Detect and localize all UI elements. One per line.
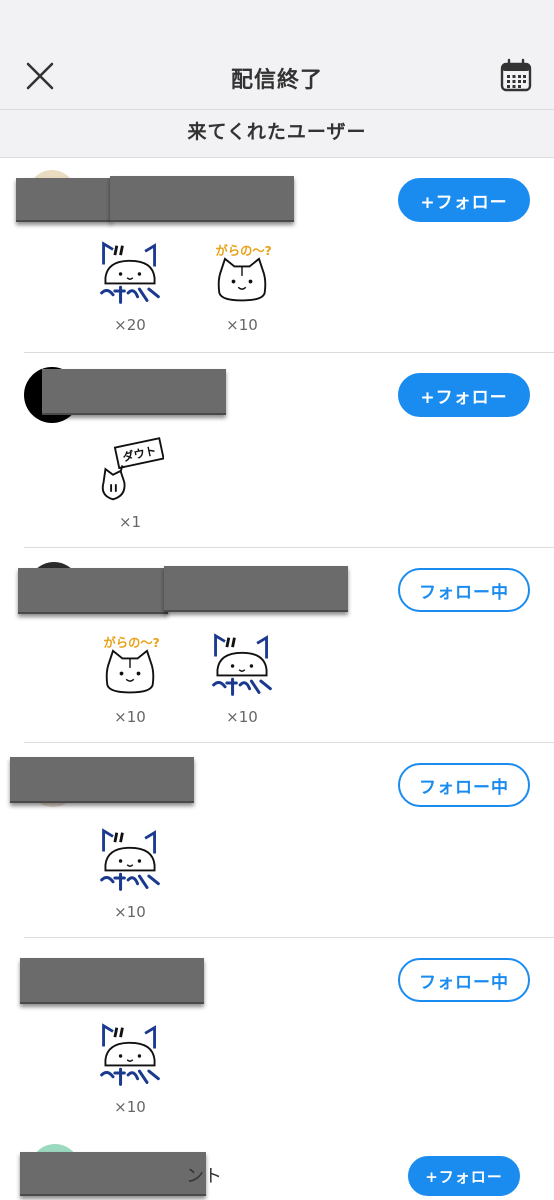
user-row[interactable]: +フォロー ×1 <box>0 353 554 548</box>
status-area <box>0 0 554 40</box>
following-button[interactable]: フォロー中 <box>398 763 530 807</box>
redacted-username <box>42 369 226 415</box>
user-row[interactable]: ント +フォロー <box>0 1130 554 1200</box>
sign-cat-stamp-icon <box>96 437 164 505</box>
nav-bar: 配信終了 <box>0 40 554 110</box>
stamp-count: ×10 <box>226 316 258 334</box>
follow-button[interactable]: +フォロー <box>398 373 530 417</box>
blue-cat-stamp-icon <box>208 632 276 700</box>
follow-button[interactable]: +フォロー <box>398 178 530 222</box>
orange-cat-stamp-icon <box>208 240 276 308</box>
redacted-username <box>110 176 294 222</box>
gift-stamp: ×20 <box>94 240 166 334</box>
blue-cat-stamp-icon <box>96 827 164 895</box>
section-header: 来てくれたユーザー <box>0 110 554 158</box>
follow-button[interactable]: +フォロー <box>408 1156 520 1196</box>
redacted-username <box>164 566 348 612</box>
redacted-username <box>20 958 204 1004</box>
orange-cat-stamp-icon <box>96 632 164 700</box>
redacted-username <box>20 1152 206 1196</box>
section-title: 来てくれたユーザー <box>187 121 367 143</box>
gift-stamp: ×10 <box>94 827 166 921</box>
stamp-count: ×10 <box>114 903 146 921</box>
user-row[interactable]: フォロー中 ×10 <box>0 743 554 938</box>
stamp-count: ×10 <box>114 1098 146 1116</box>
following-button[interactable]: フォロー中 <box>398 958 530 1002</box>
gift-stamp: ×10 <box>206 632 278 726</box>
stamp-count: ×10 <box>114 708 146 726</box>
gift-stamp: ×1 <box>94 437 166 531</box>
gift-stamp: ×10 <box>206 240 278 334</box>
user-row[interactable]: +フォロー ×20 ×10 <box>0 158 554 353</box>
stamp-count: ×10 <box>226 708 258 726</box>
redacted-username <box>18 568 168 614</box>
gift-stamp: ×10 <box>94 632 166 726</box>
stamp-count: ×20 <box>114 316 146 334</box>
user-row[interactable]: フォロー中 ×10 ×10 <box>0 548 554 743</box>
stamp-count: ×1 <box>118 513 142 531</box>
user-row[interactable]: フォロー中 ×10 <box>0 938 554 1133</box>
blue-cat-stamp-icon <box>96 1022 164 1090</box>
blue-cat-stamp-icon <box>96 240 164 308</box>
redacted-username <box>16 178 112 222</box>
gift-stamp: ×10 <box>94 1022 166 1116</box>
following-button[interactable]: フォロー中 <box>398 568 530 612</box>
redacted-username <box>10 757 194 803</box>
calendar-icon[interactable] <box>498 58 534 94</box>
username-fragment: ント <box>186 1166 222 1187</box>
page-title: 配信終了 <box>230 68 323 93</box>
